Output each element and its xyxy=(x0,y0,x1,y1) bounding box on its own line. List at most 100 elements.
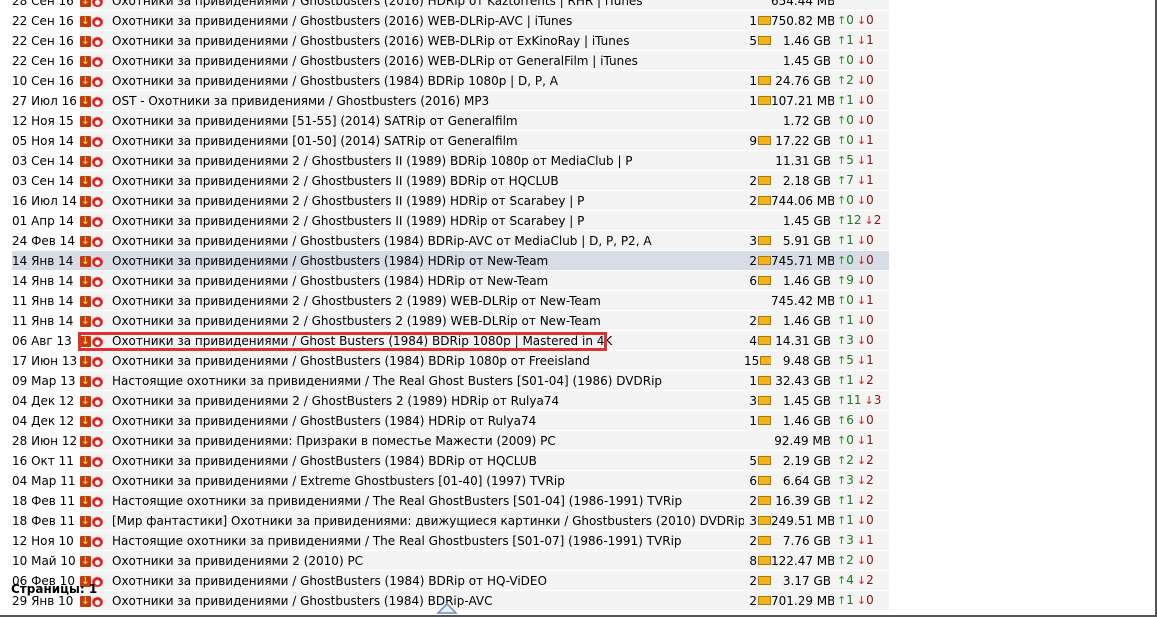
magnet-link-icon[interactable] xyxy=(92,335,103,347)
torrent-title-link[interactable]: Охотники за привидениями 2 / GhostBuster… xyxy=(112,394,559,408)
magnet-link-icon[interactable] xyxy=(92,15,103,27)
download-torrent-icon[interactable]: ↓ xyxy=(80,0,91,7)
download-torrent-icon[interactable]: ↓ xyxy=(80,515,91,527)
download-torrent-icon[interactable]: ↓ xyxy=(80,55,91,67)
torrent-title-link[interactable]: Охотники за привидениями / GhostBusters … xyxy=(112,354,590,368)
comment-icon[interactable] xyxy=(758,455,771,465)
comment-icon[interactable] xyxy=(758,515,771,525)
comment-icon[interactable] xyxy=(758,175,771,185)
magnet-link-icon[interactable] xyxy=(92,195,103,207)
magnet-link-icon[interactable] xyxy=(92,415,103,427)
torrent-title-link[interactable]: Охотники за привидениями 2 / Ghostbuster… xyxy=(112,314,601,328)
torrent-title-link[interactable]: Охотники за привидениями / Ghostbusters … xyxy=(112,74,558,88)
download-torrent-icon[interactable]: ↓ xyxy=(80,15,91,27)
comment-icon[interactable] xyxy=(758,395,771,405)
download-torrent-icon[interactable]: ↓ xyxy=(80,535,91,547)
magnet-link-icon[interactable] xyxy=(92,475,103,487)
magnet-link-icon[interactable] xyxy=(92,0,103,7)
magnet-link-icon[interactable] xyxy=(92,535,103,547)
comment-icon[interactable] xyxy=(758,415,771,425)
magnet-link-icon[interactable] xyxy=(92,135,103,147)
download-torrent-icon[interactable]: ↓ xyxy=(80,35,91,47)
comment-icon[interactable] xyxy=(758,535,771,545)
magnet-link-icon[interactable] xyxy=(92,155,103,167)
torrent-title-link[interactable]: OST - Охотники за привидениями / Ghostbu… xyxy=(112,94,489,108)
download-torrent-icon[interactable]: ↓ xyxy=(80,375,91,387)
magnet-link-icon[interactable] xyxy=(92,95,103,107)
torrent-title-link[interactable]: Охотники за привидениями [51-55] (2014) … xyxy=(112,114,518,128)
magnet-link-icon[interactable] xyxy=(92,115,103,127)
download-torrent-icon[interactable]: ↓ xyxy=(80,555,91,567)
magnet-link-icon[interactable] xyxy=(92,295,103,307)
download-torrent-icon[interactable]: ↓ xyxy=(80,115,91,127)
magnet-link-icon[interactable] xyxy=(92,215,103,227)
download-torrent-icon[interactable]: ↓ xyxy=(80,135,91,147)
comment-icon[interactable] xyxy=(758,555,771,565)
download-torrent-icon[interactable]: ↓ xyxy=(80,235,91,247)
comment-icon[interactable] xyxy=(758,575,771,585)
download-torrent-icon[interactable]: ↓ xyxy=(80,335,91,347)
magnet-link-icon[interactable] xyxy=(92,235,103,247)
magnet-link-icon[interactable] xyxy=(92,175,103,187)
comment-icon[interactable] xyxy=(758,235,771,245)
torrent-title-link[interactable]: Настоящие охотники за привидениями / The… xyxy=(112,374,662,388)
torrent-title-link[interactable]: Охотники за привидениями 2 / Ghostbuster… xyxy=(112,154,633,168)
torrent-title-link[interactable]: Охотники за привидениями 2 / Ghostbuster… xyxy=(112,294,601,308)
torrent-title-link[interactable]: Охотники за привидениями 2 / Ghostbuster… xyxy=(112,174,559,188)
comment-icon[interactable] xyxy=(758,35,771,45)
magnet-link-icon[interactable] xyxy=(92,555,103,567)
torrent-title-link[interactable]: Охотники за привидениями [01-50] (2014) … xyxy=(112,134,518,148)
torrent-title-link[interactable]: Охотники за привидениями / Ghostbusters … xyxy=(112,274,548,288)
download-torrent-icon[interactable]: ↓ xyxy=(80,475,91,487)
download-torrent-icon[interactable]: ↓ xyxy=(80,175,91,187)
magnet-link-icon[interactable] xyxy=(92,275,103,287)
magnet-link-icon[interactable] xyxy=(92,515,103,527)
torrent-title-link[interactable]: Охотники за привидениями / GhostBusters … xyxy=(112,414,536,428)
download-torrent-icon[interactable]: ↓ xyxy=(80,495,91,507)
torrent-title-link[interactable]: Охотники за привидениями / GhostBusters … xyxy=(112,574,547,588)
download-torrent-icon[interactable]: ↓ xyxy=(80,315,91,327)
magnet-link-icon[interactable] xyxy=(92,435,103,447)
download-torrent-icon[interactable]: ↓ xyxy=(80,255,91,267)
magnet-link-icon[interactable] xyxy=(92,315,103,327)
comment-icon[interactable] xyxy=(758,315,771,325)
torrent-title-link[interactable]: Охотники за привидениями 2 / Ghostbuster… xyxy=(112,194,584,208)
comment-icon[interactable] xyxy=(758,375,771,385)
comment-icon[interactable] xyxy=(760,355,771,365)
torrent-title-link[interactable]: Охотники за привидениями / Ghostbusters … xyxy=(112,54,638,68)
torrent-title-link[interactable]: Охотники за привидениями / GhostBusters … xyxy=(112,454,537,468)
torrent-title-link[interactable]: Настоящие охотники за привидениями / The… xyxy=(112,494,682,508)
magnet-link-icon[interactable] xyxy=(92,595,103,607)
download-torrent-icon[interactable]: ↓ xyxy=(80,455,91,467)
comment-icon[interactable] xyxy=(758,75,771,85)
download-torrent-icon[interactable]: ↓ xyxy=(80,355,91,367)
torrent-title-link[interactable]: Охотники за привидениями / Ghostbusters … xyxy=(112,14,572,28)
comment-icon[interactable] xyxy=(758,95,771,105)
torrent-title-link[interactable]: Охотники за привидениями / Ghostbusters … xyxy=(112,234,652,248)
download-torrent-icon[interactable]: ↓ xyxy=(80,415,91,427)
torrent-title-link[interactable]: Настоящие охотники за привидениями / The… xyxy=(112,534,682,548)
comment-icon[interactable] xyxy=(758,135,771,145)
download-torrent-icon[interactable]: ↓ xyxy=(80,435,91,447)
torrent-title-link[interactable]: Охотники за привидениями / Ghostbusters … xyxy=(112,0,643,8)
torrent-title-link[interactable]: Охотники за привидениями 2 (2010) PC xyxy=(112,554,363,568)
download-torrent-icon[interactable]: ↓ xyxy=(80,195,91,207)
magnet-link-icon[interactable] xyxy=(92,35,103,47)
download-torrent-icon[interactable]: ↓ xyxy=(80,75,91,87)
torrent-title-link[interactable]: Охотники за привидениями: Призраки в пом… xyxy=(112,434,556,448)
comment-icon[interactable] xyxy=(758,275,771,285)
torrent-title-link[interactable]: Охотники за привидениями / Extreme Ghost… xyxy=(112,474,565,488)
download-torrent-icon[interactable]: ↓ xyxy=(80,395,91,407)
download-torrent-icon[interactable]: ↓ xyxy=(80,295,91,307)
torrent-title-link[interactable]: [Мир фантастики] Охотники за привидениям… xyxy=(112,514,744,528)
download-torrent-icon[interactable]: ↓ xyxy=(80,155,91,167)
magnet-link-icon[interactable] xyxy=(92,75,103,87)
magnet-link-icon[interactable] xyxy=(92,55,103,67)
magnet-link-icon[interactable] xyxy=(92,375,103,387)
torrent-title-link[interactable]: Охотники за привидениями 2 / Ghostbuster… xyxy=(112,214,584,228)
download-torrent-icon[interactable]: ↓ xyxy=(80,595,91,607)
download-torrent-icon[interactable]: ↓ xyxy=(80,275,91,287)
comment-icon[interactable] xyxy=(758,255,771,265)
comment-icon[interactable] xyxy=(758,475,771,485)
comment-icon[interactable] xyxy=(758,595,771,605)
